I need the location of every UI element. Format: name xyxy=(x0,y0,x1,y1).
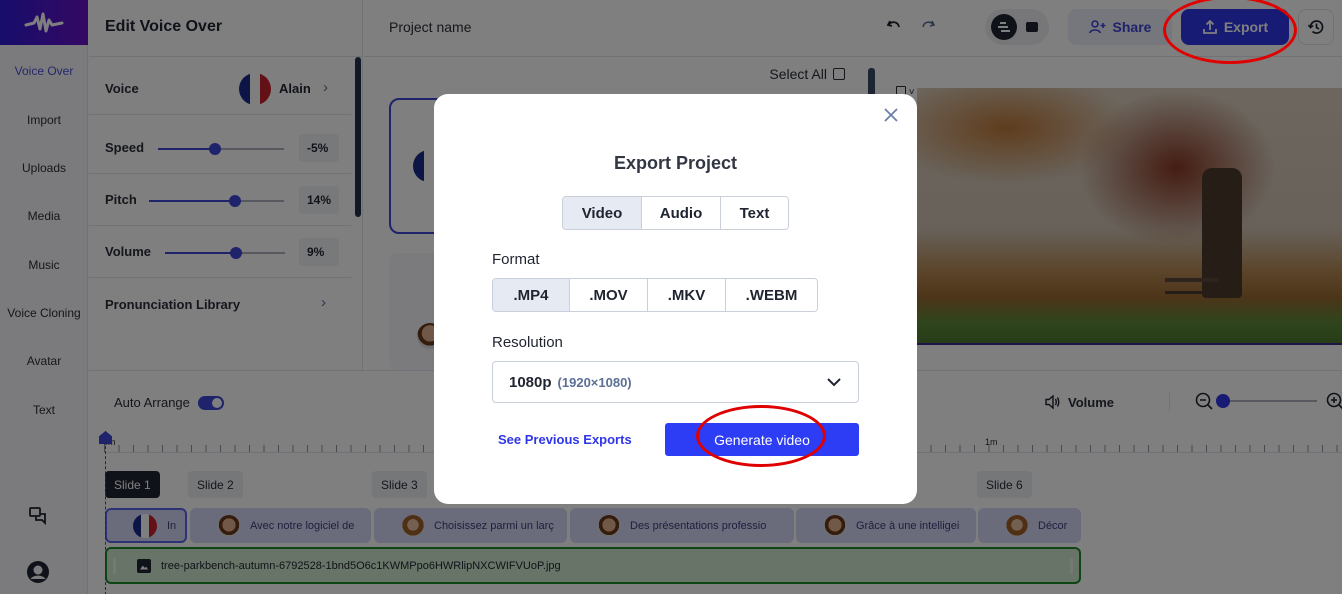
export-project-dialog: Export Project Video Audio Text Format .… xyxy=(434,94,917,504)
tab-video[interactable]: Video xyxy=(563,197,642,229)
resolution-select[interactable]: 1080p (1920×1080) xyxy=(492,361,859,403)
dialog-title: Export Project xyxy=(613,153,738,173)
close-icon[interactable] xyxy=(880,104,902,126)
resolution-detail: (1920×1080) xyxy=(557,374,632,390)
tab-text[interactable]: Text xyxy=(721,197,788,229)
resolution-label: Resolution xyxy=(492,334,563,351)
export-type-tabs: Video Audio Text xyxy=(562,196,789,230)
see-previous-exports-link[interactable]: See Previous Exports xyxy=(498,432,632,447)
format-label: Format xyxy=(492,251,540,268)
format-webm[interactable]: .WEBM xyxy=(726,279,817,311)
format-options: .MP4 .MOV .MKV .WEBM xyxy=(492,278,818,312)
chevron-down-icon xyxy=(827,378,841,387)
format-mkv[interactable]: .MKV xyxy=(648,279,726,311)
format-mov[interactable]: .MOV xyxy=(570,279,648,311)
tab-audio[interactable]: Audio xyxy=(642,197,721,229)
generate-video-button[interactable]: Generate video xyxy=(665,423,859,456)
resolution-value: 1080p xyxy=(509,373,552,391)
format-mp4[interactable]: .MP4 xyxy=(493,279,570,311)
